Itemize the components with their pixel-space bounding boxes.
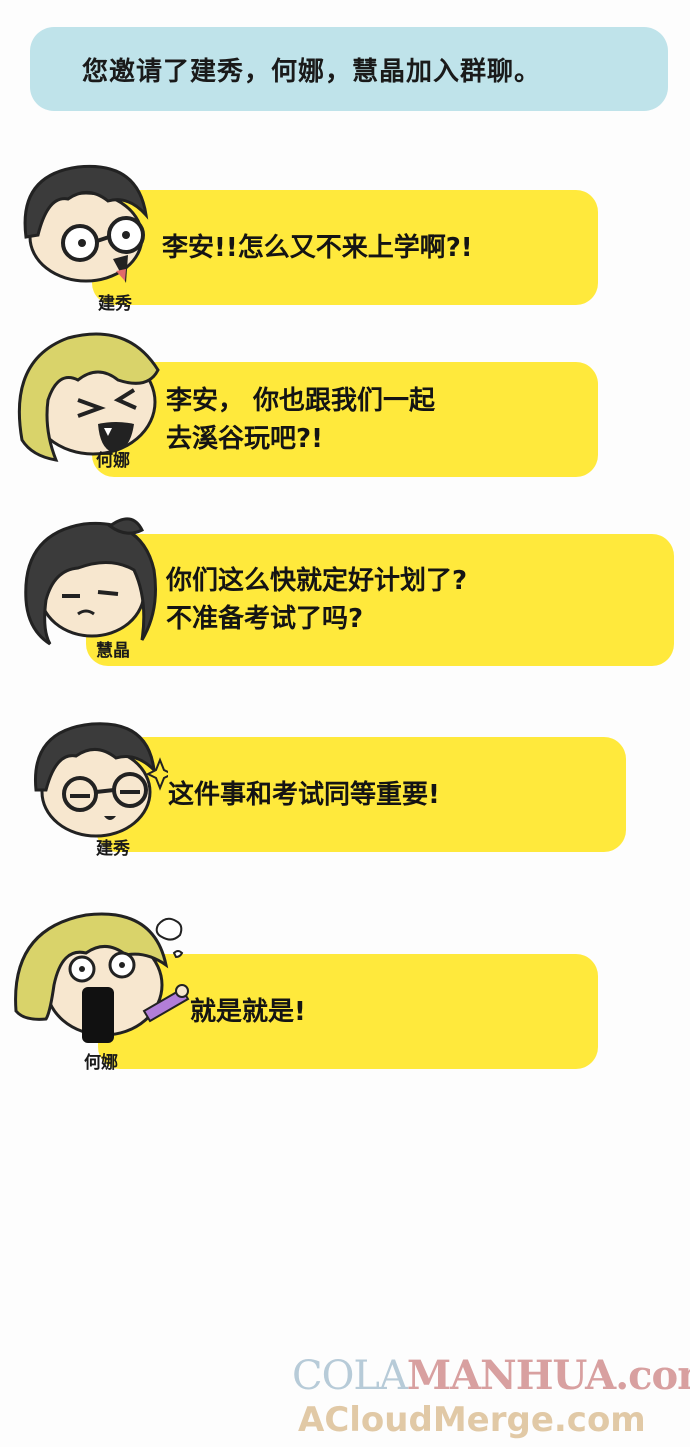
sender-name: 建秀 (98, 294, 132, 314)
system-notice-bubble: 您邀请了建秀，何娜，慧晶加入群聊。 (30, 27, 668, 111)
message-text: 李安， 你也跟我们一起 (166, 385, 436, 416)
sender-name: 何娜 (96, 451, 130, 471)
watermark-line-2: ACloudMerge.com (298, 1400, 646, 1440)
sender-name: 何娜 (84, 1053, 118, 1073)
sender-name: 建秀 (96, 839, 130, 859)
watermark-cola: COLA (292, 1353, 408, 1399)
message-text: 去溪谷玩吧?! (166, 423, 323, 454)
message-text: 你们这么快就定好计划了? (166, 566, 468, 596)
chat-bubble[interactable]: 这件事和考试同等重要! (96, 737, 626, 852)
system-notice-text: 您邀请了建秀，何娜，慧晶加入群聊。 (82, 56, 542, 87)
message-text: 就是就是! (190, 996, 306, 1027)
avatar-huijing-smirk[interactable] (14, 510, 164, 655)
chat-bubble[interactable]: 你们这么快就定好计划了? 不准备考试了吗? (86, 534, 674, 666)
watermark-manhua: MANHUA.com (406, 1352, 690, 1399)
chat-bubble[interactable]: 李安!!怎么又不来上学啊?! (92, 190, 598, 305)
sender-name: 慧晶 (96, 641, 130, 661)
message-text: 不准备考试了吗? (166, 604, 364, 634)
avatar-hena-shouting[interactable] (6, 895, 196, 1055)
avatar-hena-laughing[interactable] (8, 320, 168, 470)
message-text: 这件事和考试同等重要! (168, 779, 440, 810)
avatar-jianxiu-smug[interactable] (18, 712, 168, 847)
message-text: 李安!!怎么又不来上学啊?! (162, 232, 473, 263)
avatar-jianxiu-glasses[interactable] (8, 155, 158, 290)
watermark-line-1: COLAMANHUA.com (292, 1352, 690, 1399)
